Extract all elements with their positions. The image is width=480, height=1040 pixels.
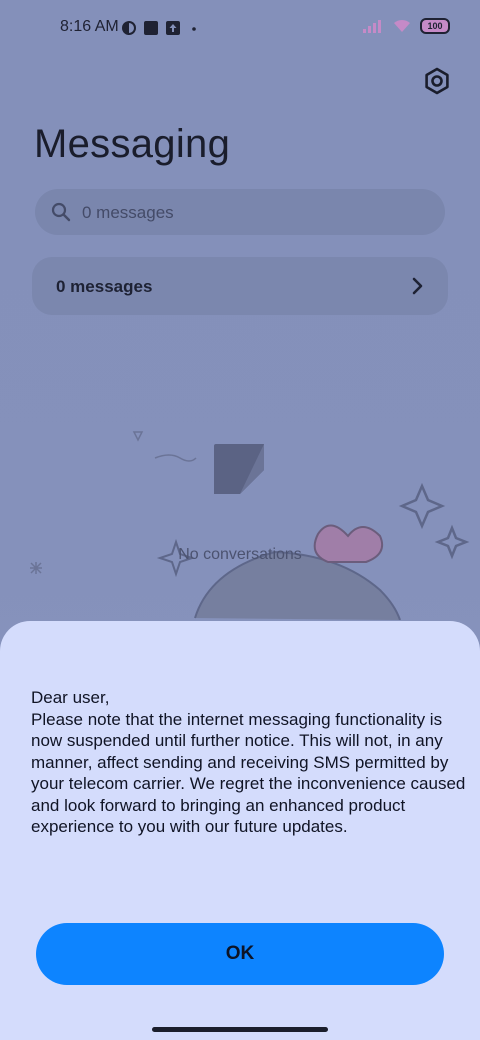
- status-bar: 8:16 AM 100: [0, 0, 480, 56]
- home-indicator[interactable]: [152, 1027, 328, 1032]
- status-time: 8:16 AM: [60, 18, 119, 35]
- battery-indicator: 100: [420, 18, 450, 34]
- messages-row[interactable]: 0 messages: [32, 257, 448, 315]
- gear-icon[interactable]: [422, 66, 452, 96]
- wifi-icon: [394, 19, 410, 32]
- search-icon: [51, 202, 71, 222]
- messages-row-label: 0 messages: [56, 277, 153, 296]
- square-notification-icon: [144, 21, 158, 35]
- empty-state-text: No conversations: [178, 546, 302, 563]
- search-input[interactable]: 0 messages: [35, 189, 445, 235]
- notice-text: Dear user, Please note that the internet…: [31, 688, 466, 836]
- upload-notification-icon: [166, 21, 180, 35]
- messaging-screen: 8:16 AM 100 Messaging 0 messages 0 messa…: [0, 0, 480, 1040]
- chevron-right-icon: [412, 277, 423, 295]
- ok-button[interactable]: OK: [36, 923, 444, 985]
- notice-dialog: Dear user, Please note that the internet…: [0, 621, 480, 1040]
- page-title: Messaging: [34, 122, 231, 166]
- message-icon: [214, 444, 264, 494]
- ok-button-label: OK: [225, 943, 255, 964]
- search-placeholder: 0 messages: [82, 203, 174, 222]
- dot-notification-icon: [192, 27, 196, 31]
- app-notification-icon: [122, 21, 136, 35]
- cellular-signal-icon: [363, 20, 381, 33]
